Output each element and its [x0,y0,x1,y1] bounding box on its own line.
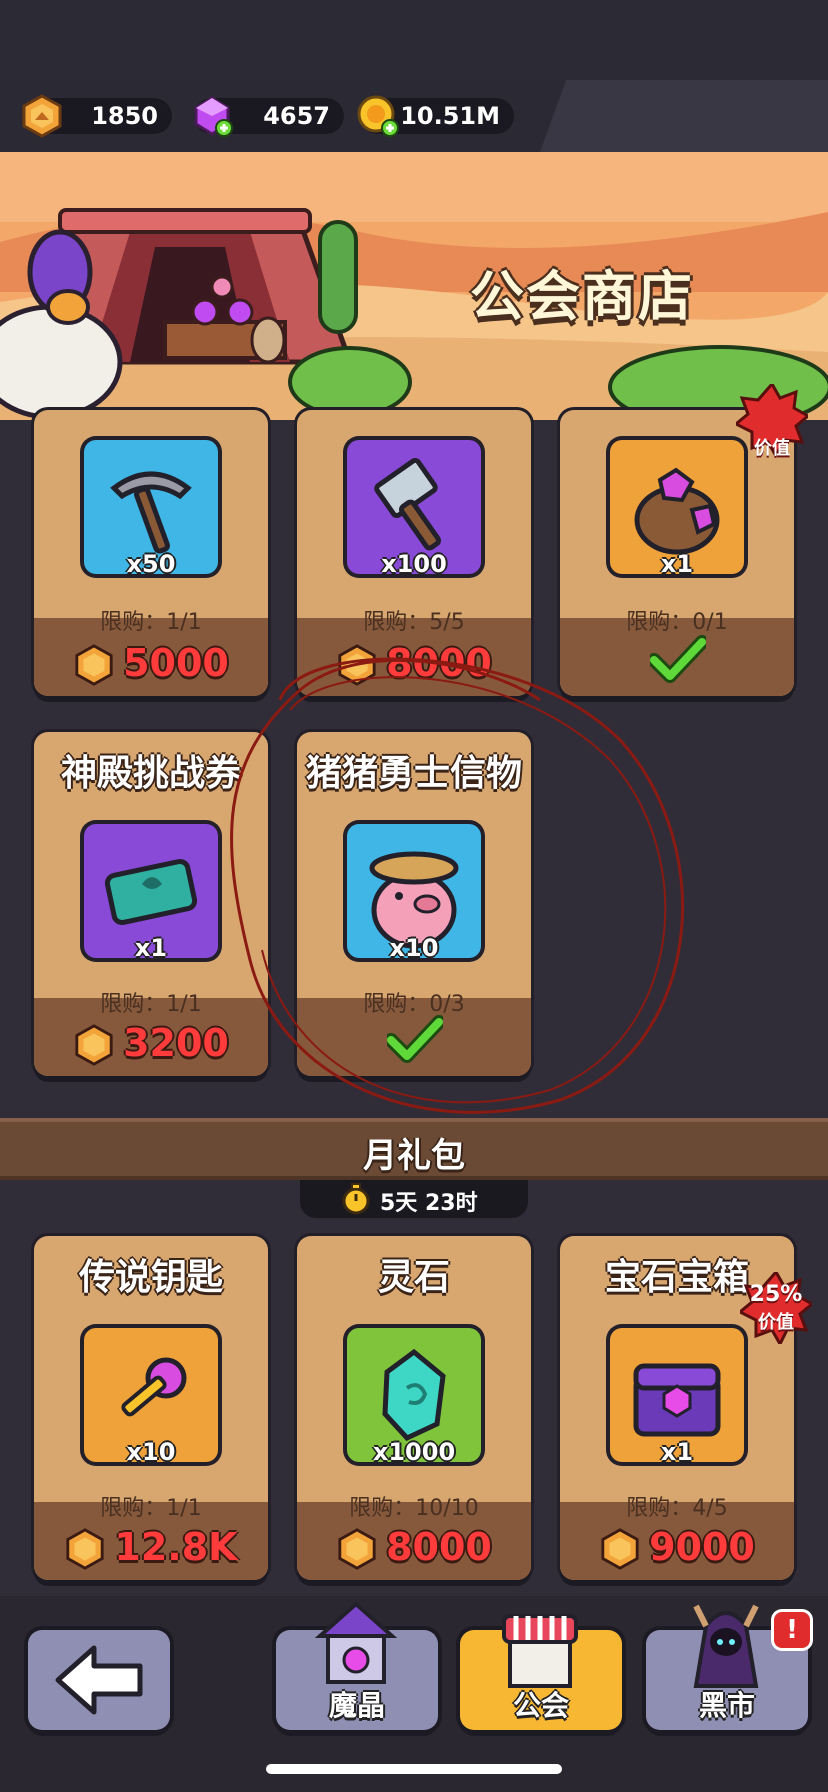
price[interactable]: 3200 [34,1021,268,1067]
page-title: 公会商店 [470,265,694,328]
stopwatch-icon [342,1183,370,1215]
nav-label: 魔晶 [328,1689,385,1722]
shop-card-legend-key[interactable]: 传说钥匙 x10 限购：1/1 12.8K [34,1236,268,1580]
purchase-limit: 限购：1/1 [100,610,202,635]
item-quantity: x50 [126,550,176,578]
nav-label: 黑市 [698,1689,755,1722]
value-badge-label: 价值 [758,1312,794,1333]
price-value: 3200 [123,1020,229,1065]
guild-coin-icon [75,1024,113,1066]
shop-card-hammer[interactable]: x100 限购：5/5 8000 [297,410,531,696]
guild-coin-counter[interactable]: 1850 [22,94,172,138]
guild-coin-value: 1850 [91,102,158,130]
nav-tab-crystal[interactable]: 魔晶 [276,1601,438,1730]
purchase-limit: 限购：5/5 [363,610,465,635]
price[interactable]: 8000 [297,1525,531,1571]
gem-value: 4657 [263,102,330,130]
hooded-merchant-icon [693,1604,759,1688]
nav-tab-black-market[interactable]: 黑市 ! [646,1604,810,1730]
price[interactable]: 8000 [297,641,531,687]
price-value: 8000 [386,640,492,685]
back-button[interactable] [28,1630,170,1730]
price-value: 8000 [386,1524,492,1569]
gem-plus-icon [194,96,233,137]
status-bar [0,0,828,80]
price-value: 5000 [123,640,229,685]
shop-card-spirit-stone[interactable]: 灵石 x1000 限购：10/10 8000 [297,1236,531,1580]
price[interactable]: 12.8K [34,1525,268,1571]
item-title: 灵石 [377,1257,450,1298]
price[interactable]: 5000 [34,641,268,687]
item-title: 神殿挑战券 [60,753,241,794]
item-quantity: x1 [660,550,694,578]
monthly-pack-header: 月礼包 [0,1118,828,1180]
gold-counter[interactable]: 10.51M [357,95,514,137]
shop-card-pickaxe[interactable]: x50 限购：1/1 5000 [34,410,268,696]
value-badge: 价值 [736,384,808,486]
item-quantity: x10 [126,1438,176,1466]
timer-text: 5天 23时 [380,1191,478,1216]
item-title: 传说钥匙 [78,1257,223,1298]
guild-coin-icon [66,1528,105,1570]
guild-coin-icon [75,644,113,686]
item-title: 猪猪勇士信物 [305,753,522,794]
notification-badge: ! [774,1612,810,1648]
section-title: 月礼包 [363,1136,465,1176]
nav-tab-guild[interactable]: 公会 [460,1614,622,1730]
purchase-limit: 限购：4/5 [626,1496,728,1521]
desert-tent-illustration [0,152,828,420]
purchase-limit: 限购：1/1 [100,992,202,1017]
currency-bar: 1850 4657 10.51M [0,80,828,152]
shop-card-temple-ticket[interactable]: 神殿挑战券 x1 限购：1/1 3200 [34,732,268,1076]
refresh-timer: 5天 23时 [300,1180,528,1218]
gem-counter[interactable]: 4657 [194,96,344,137]
home-indicator[interactable] [266,1764,562,1774]
notification-badge-text: ! [786,1615,798,1645]
nav-label: 公会 [512,1689,569,1722]
value-badge-label: 价值 [754,438,790,459]
gold-value: 10.51M [400,102,500,130]
item-quantity: x10 [389,934,439,962]
price[interactable]: 9000 [560,1525,794,1571]
purchase-limit: 限购：1/1 [100,1496,202,1521]
purchase-limit: 限购：10/10 [349,1496,479,1521]
shop-card-pig-warrior-token[interactable]: 猪猪勇士信物 x10 限购：0/3 [297,732,531,1076]
value-badge: 25% 价值 [740,1272,812,1344]
back-arrow-icon [55,1645,143,1715]
purchase-limit: 限购：0/1 [626,610,728,635]
item-quantity: x1000 [372,1438,456,1466]
guild-coin-icon [22,94,62,138]
value-badge-percent: 25% [749,1282,803,1307]
price-value: 12.8K [114,1524,238,1569]
guild-coin-icon [338,1528,376,1570]
shop-banner: 公会商店 [0,152,828,420]
guild-coin-icon [601,1528,639,1570]
bottom-navigation: 魔晶 公会 黑市 ! [0,1596,828,1792]
guild-coin-icon [338,644,376,686]
price-value: 9000 [649,1524,755,1569]
purchased-check-icon [387,1015,443,1063]
item-quantity: x1 [660,1438,694,1466]
item-quantity: x1 [134,934,168,962]
gold-plus-icon [357,95,399,137]
purchased-check-icon [650,635,706,683]
item-quantity: x100 [381,550,447,578]
